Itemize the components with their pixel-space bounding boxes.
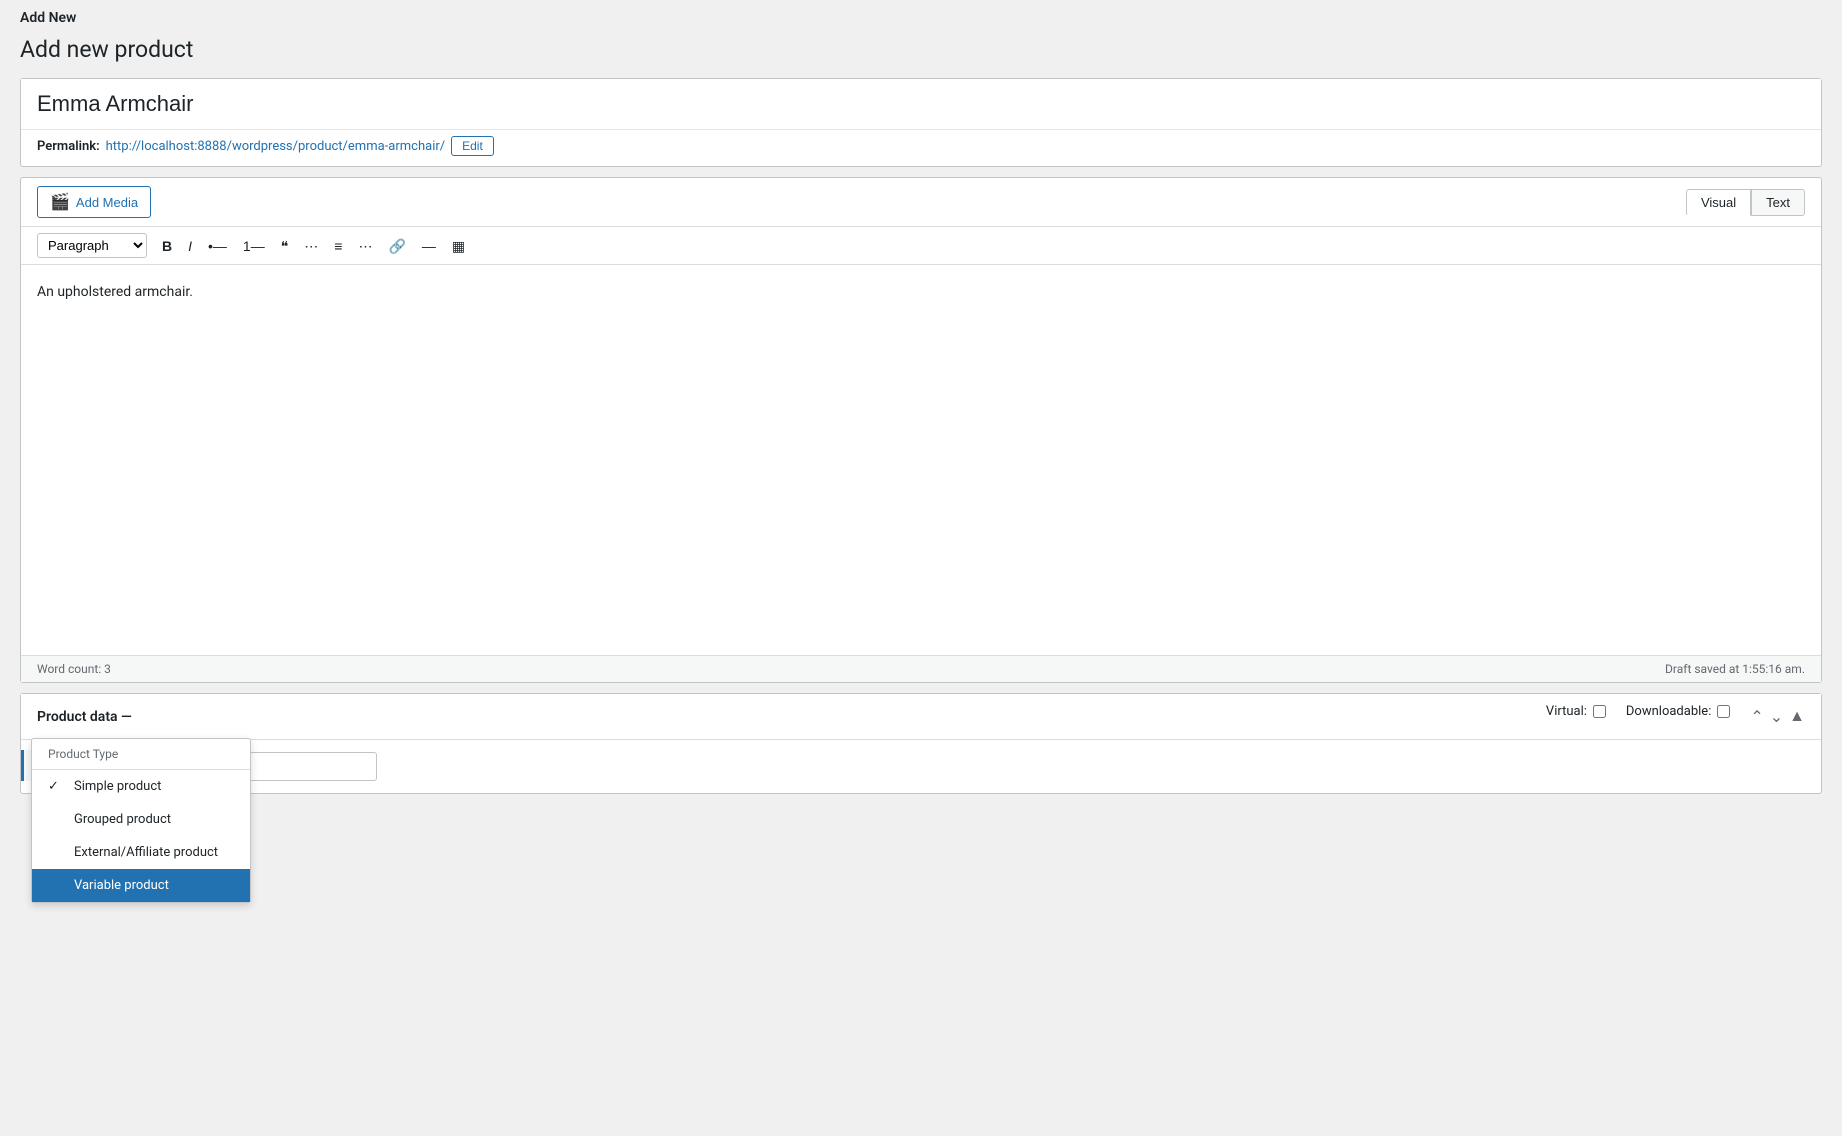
dropdown-item-variable[interactable]: Variable product [32,869,250,902]
product-data-content: ⚙ General [21,740,1821,793]
tab-visual[interactable]: Visual [1686,189,1751,216]
product-title-input[interactable] [21,79,1821,130]
table-button[interactable]: ▦ [445,235,472,257]
main-content: Add new product Permalink: http://localh… [0,31,1842,814]
virtual-label[interactable]: Virtual: [1546,704,1606,719]
ordered-list-button[interactable]: 1— [236,235,272,257]
more-button[interactable]: ― [415,235,443,257]
page-title: Add new product [20,31,1822,63]
tab-text[interactable]: Text [1751,189,1805,216]
draft-saved: Draft saved at 1:55:16 am. [1665,662,1805,676]
blockquote-button[interactable]: ❝ [274,235,296,257]
permalink-row: Permalink: http://localhost:8888/wordpre… [21,130,1821,166]
permalink-link[interactable]: http://localhost:8888/wordpress/product/… [106,139,445,154]
permalink-edit-button[interactable]: Edit [451,136,494,156]
dropdown-label-simple: Simple product [74,779,161,794]
editor-box: 🎬 Add Media Visual Text Paragraph Headin… [20,177,1822,683]
dropdown-label-external: External/Affiliate product [74,845,218,860]
downloadable-text: Downloadable: [1626,704,1711,719]
dropdown-item-simple[interactable]: ✓ Simple product [32,770,250,803]
product-data-title: Product data — [37,709,132,725]
editor-footer: Word count: 3 Draft saved at 1:55:16 am. [21,655,1821,682]
dropdown-header: Product Type [32,739,250,770]
collapse-up-button[interactable]: ⌃ [1750,707,1763,727]
checkmark-simple: ✓ [48,779,64,794]
product-data-main [161,740,1821,793]
collapse-down-button[interactable]: ⌄ [1770,707,1783,727]
product-data-box: Product data — Product Type ✓ Simple pro… [20,693,1822,794]
virtual-downloadable-row: Virtual: Downloadable: [1546,704,1730,719]
visual-text-tabs: Visual Text [1686,189,1805,216]
page-header: Add New [0,0,1842,31]
format-select[interactable]: Paragraph Heading 1 Heading 2 Heading 3 … [37,233,147,258]
virtual-checkbox[interactable] [1593,705,1606,718]
virtual-text: Virtual: [1546,704,1587,719]
permalink-label: Permalink: [37,139,100,154]
editor-content-area[interactable]: An upholstered armchair. [21,265,1821,655]
product-type-dropdown: Product Type ✓ Simple product Grouped pr… [31,738,251,903]
downloadable-checkbox[interactable] [1717,705,1730,718]
editor-toolbar-top: 🎬 Add Media Visual Text [21,178,1821,227]
word-count: Word count: 3 [37,662,111,676]
add-media-label: Add Media [76,195,138,210]
link-button[interactable]: 🔗 [381,235,412,257]
dropdown-label-grouped: Grouped product [74,812,171,827]
add-media-button[interactable]: 🎬 Add Media [37,186,151,218]
product-data-controls: ⌃ ⌄ ▲ [1750,707,1805,727]
breadcrumb: Add New [20,10,1822,26]
align-right-button[interactable]: ⋯ [351,235,379,257]
editor-content: An upholstered armchair. [37,281,1805,303]
product-data-header: Product data — Product Type ✓ Simple pro… [21,694,1821,740]
dropdown-item-external[interactable]: External/Affiliate product [32,836,250,869]
toggle-button[interactable]: ▲ [1789,708,1805,726]
add-media-icon: 🎬 [50,192,70,212]
format-toolbar: Paragraph Heading 1 Heading 2 Heading 3 … [21,227,1821,265]
unordered-list-button[interactable]: •— [201,235,234,257]
bold-button[interactable]: B [155,235,179,257]
dropdown-label-variable: Variable product [74,878,169,893]
downloadable-label[interactable]: Downloadable: [1626,704,1730,719]
align-center-button[interactable]: ≡ [327,235,349,257]
title-box: Permalink: http://localhost:8888/wordpre… [20,78,1822,167]
align-left-button[interactable]: ⋯ [297,235,325,257]
italic-button[interactable]: I [181,235,199,257]
dropdown-item-grouped[interactable]: Grouped product [32,803,250,836]
